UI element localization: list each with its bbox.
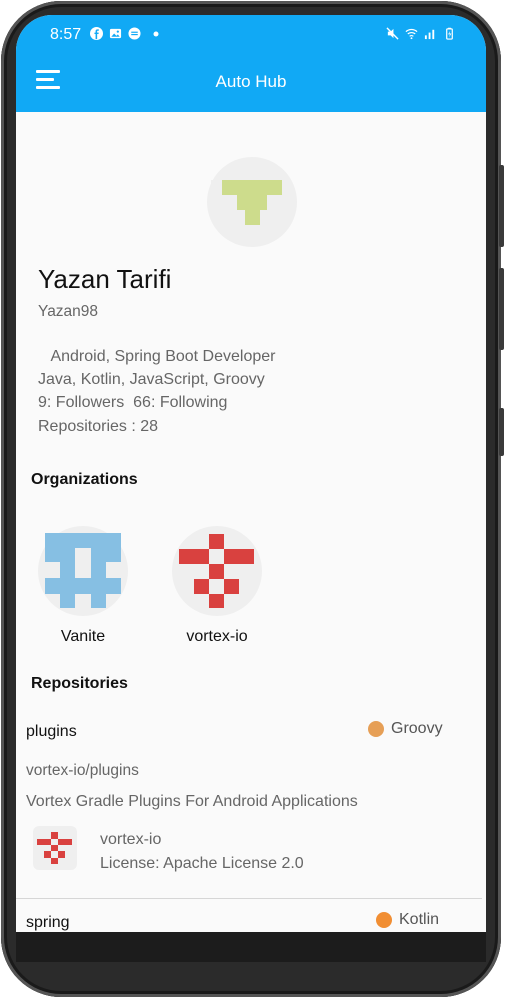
org-name: Vanite [60,628,106,645]
user-avatar [207,157,297,247]
identicon-icon [211,180,282,225]
org-name: vortex-io [186,628,248,645]
identicon-icon [179,534,254,608]
wifi-icon [405,28,418,40]
profile-name: Yazan Tarifi [38,264,172,294]
screen: 8:57 Auto Hub Yazan Tarifi Yazan98 Andro… [16,15,486,932]
org-avatar [172,526,262,616]
profile-follow-stats: 9: Followers 66: Following [38,394,228,411]
repo-language: Groovy [368,720,443,738]
signal-icon [424,29,435,40]
owner-avatar [33,826,77,870]
language-dot-icon [368,721,384,737]
divider [16,898,482,899]
app-bar: Auto Hub [16,55,486,112]
messenger-icon [128,27,141,40]
repo-name[interactable]: plugins [26,723,77,741]
identicon-icon [45,533,121,608]
repo-license: License: Apache License 2.0 [100,855,304,872]
organization-item[interactable]: vortex-io [167,526,267,646]
profile-bio: Android, Spring Boot Developer [38,348,276,365]
profile-username: Yazan98 [38,303,99,320]
profile-repo-count: Repositories : 28 [38,418,159,435]
identicon-icon [37,832,72,864]
language-label: Groovy [391,720,443,737]
app-title: Auto Hub [215,72,287,91]
org-avatar [38,526,128,616]
repo-full-name: vortex-io/plugins [26,762,139,779]
profile-languages: Java, Kotlin, JavaScript, Groovy [38,371,265,388]
repositories-title: Repositories [31,675,128,692]
owner-name: vortex-io [100,831,162,848]
image-icon [109,28,122,39]
owner-info: vortex-io License: Apache License 2.0 [100,828,304,876]
dot-icon [153,31,159,36]
status-time: 8:57 [50,26,82,43]
facebook-icon [90,27,103,40]
status-bar: 8:57 [16,15,486,55]
power-button [499,408,504,456]
repo-language: Kotlin [376,911,439,929]
language-dot-icon [376,912,392,928]
repo-description: Vortex Gradle Plugins For Android Applic… [26,793,358,810]
volume-button-2 [499,268,504,350]
battery-icon [446,27,453,40]
bottom-bezel [16,932,486,962]
volume-button [499,165,504,247]
organization-item[interactable]: Vanite [33,526,133,646]
mute-icon [386,27,399,40]
profile-content[interactable]: Yazan Tarifi Yazan98 Android, Spring Boo… [16,112,486,932]
organizations-title: Organizations [31,471,138,488]
language-label: Kotlin [399,911,440,928]
repo-name[interactable]: spring [26,914,70,932]
